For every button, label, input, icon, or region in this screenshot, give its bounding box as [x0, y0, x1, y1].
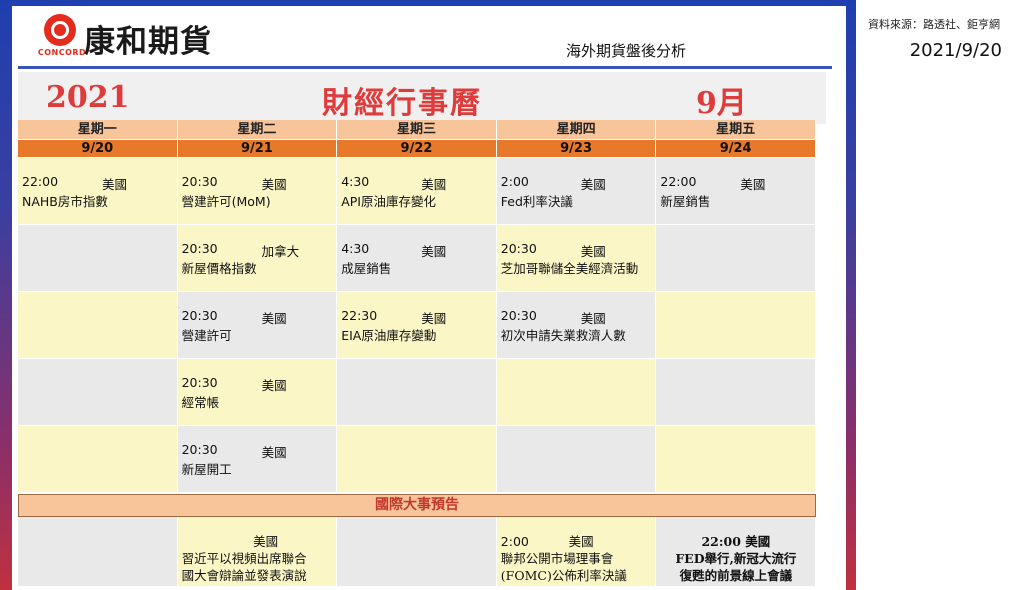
intl-event-text: 美國習近平以視頻出席聯合 國大會辯論並發表演說 [182, 533, 336, 584]
event-name: 經常帳 [181, 395, 220, 410]
event-time: 4:30 [341, 241, 370, 256]
intl-event-text: 2:00 美國聯邦公開市場理事會 (FOMC)公佈利率決議 [501, 533, 655, 584]
event-cell [656, 292, 816, 359]
event-cell: 4:30 美國 API原油庫存變化 [337, 158, 497, 225]
weekday-header-row: 星期一 星期二 星期三 星期四 星期五 [18, 120, 816, 140]
event-time: 22:30 [341, 308, 378, 323]
event-time: 22:00 [660, 174, 697, 189]
event-cell [18, 426, 178, 493]
international-events-row: 美國習近平以視頻出席聯合 國大會辯論並發表演說 2:00 美國聯邦公開市場理事會 (… [18, 517, 816, 587]
event-cell [337, 426, 497, 493]
event-cell: 20:30 美國 初次申請失業救濟人數 [496, 292, 657, 359]
event-name: API原油庫存變化 [341, 194, 436, 209]
intl-event-cell [337, 517, 497, 587]
event-name: 初次申請失業救濟人數 [500, 328, 626, 343]
event-row: 20:30 美國 經常帳 [18, 359, 816, 426]
event-name: EIA原油庫存變動 [341, 328, 437, 343]
weekday-header: 星期二 [177, 120, 338, 140]
intl-line: 2:00 美國 [500, 534, 594, 549]
date-header: 9/24 [656, 140, 816, 158]
globe-icon [51, 21, 69, 39]
event-time: 20:30 [181, 442, 218, 457]
event-row: 20:30 美國 營建許可 22:30 美國 EIA原油庫存變動 20:30 美國 初次申請… [18, 292, 816, 359]
weekday-header: 星期四 [496, 120, 657, 140]
event-cell: 20:30 美國 新屋開工 [177, 426, 338, 493]
event-time: 22:00 [22, 174, 59, 189]
event-cell [656, 359, 816, 426]
intl-line: (FOMC)公佈利率決議 [500, 568, 627, 583]
event-cell [656, 225, 816, 292]
event-time: 20:30 [181, 241, 218, 256]
event-cell [18, 225, 178, 292]
event-name: 營建許可 [181, 328, 232, 343]
date-header-row: 9/20 9/21 9/22 9/23 9/24 [18, 140, 816, 158]
event-name: 新屋銷售 [660, 194, 711, 209]
event-cell: 20:30 美國 芝加哥聯儲全美經濟活動 [496, 225, 657, 292]
event-time: 4:30 [341, 174, 370, 189]
intl-line: 習近平以視頻出席聯合 [181, 551, 307, 566]
event-row: 20:30 美國 新屋開工 [18, 426, 816, 493]
calendar-table: 星期一 星期二 星期三 星期四 星期五 9/20 9/21 9/22 9/23 … [18, 120, 816, 587]
concord-logo: CONCORD [32, 14, 87, 62]
event-cell [656, 426, 816, 493]
event-cell: 4:30 美國 成屋銷售 [337, 225, 497, 292]
event-cell [337, 359, 497, 426]
intl-event-cell: 22:00 美國 FED舉行,新冠大流行 復甦的前景線上會議 [656, 517, 816, 587]
event-row: 20:30 加拿大 新屋價格指數 4:30 美國 成屋銷售 20:30 美國 芝加哥聯儲全美… [18, 225, 816, 292]
event-cell [18, 292, 178, 359]
date-header: 9/21 [177, 140, 338, 158]
intl-line: FED舉行,新冠大流行 [675, 551, 797, 566]
event-time: 20:30 [181, 174, 218, 189]
intl-line: 美國 [181, 534, 279, 549]
calendar-title: 財經行事曆 [322, 86, 482, 121]
event-cell: 20:30 美國 營建許可(MoM) [177, 158, 338, 225]
intl-event-text: 22:00 美國 FED舉行,新冠大流行 復甦的前景線上會議 [656, 533, 815, 584]
intl-line: 國大會辯論並發表演說 [181, 568, 307, 583]
international-events-header: 國際大事預告 [18, 494, 816, 517]
event-cell: 22:00 美國 新屋銷售 [656, 158, 816, 225]
event-cell: 2:00 美國 Fed利率決議 [496, 158, 657, 225]
event-row: 22:00 美國 NAHB房市指數 20:30 美國 營建許可(MoM) 4:30 美國 A… [18, 158, 816, 225]
event-cell: 22:30 美國 EIA原油庫存變動 [337, 292, 497, 359]
intl-event-cell [18, 517, 178, 587]
header-divider [18, 66, 832, 69]
intl-line: 聯邦公開市場理事會 [500, 551, 614, 566]
date-header: 9/20 [18, 140, 178, 158]
event-time: 20:30 [500, 241, 537, 256]
event-name: 成屋銷售 [341, 261, 392, 276]
event-cell: 20:30 美國 營建許可 [177, 292, 338, 359]
event-name: NAHB房市指數 [22, 194, 108, 209]
event-cell: 20:30 加拿大 新屋價格指數 [177, 225, 338, 292]
event-time: 20:30 [500, 308, 537, 323]
event-cell [18, 359, 178, 426]
event-cell [496, 426, 657, 493]
date-header: 9/22 [337, 140, 497, 158]
intl-event-cell: 美國習近平以視頻出席聯合 國大會辯論並發表演說 [177, 517, 338, 587]
weekday-header: 星期三 [337, 120, 497, 140]
intl-line: 22:00 美國 [701, 534, 771, 549]
event-name: 新屋價格指數 [181, 261, 257, 276]
event-time: 2:00 [500, 174, 529, 189]
event-name: 營建許可(MoM) [181, 194, 271, 209]
event-cell: 22:00 美國 NAHB房市指數 [18, 158, 178, 225]
intl-line: 復甦的前景線上會議 [679, 568, 793, 583]
intl-event-cell: 2:00 美國聯邦公開市場理事會 (FOMC)公佈利率決議 [496, 517, 657, 587]
date-header: 9/23 [496, 140, 657, 158]
event-name: 芝加哥聯儲全美經濟活動 [500, 261, 639, 276]
event-cell [496, 359, 657, 426]
report-subtitle: 海外期貨盤後分析 [566, 42, 687, 60]
brand-name: 康和期貨 [84, 24, 212, 60]
calendar-year: 2021 [46, 80, 130, 115]
event-name: 新屋開工 [181, 462, 232, 477]
event-time: 20:30 [181, 375, 218, 390]
event-cell: 20:30 美國 經常帳 [177, 359, 338, 426]
event-time: 20:30 [181, 308, 218, 323]
logo-caption: CONCORD [37, 48, 87, 57]
source-note: 資料來源：路透社、鉅亨網 [868, 18, 1000, 31]
report-date: 2021/9/20 [909, 40, 1002, 61]
weekday-header: 星期五 [656, 120, 816, 140]
weekday-header: 星期一 [18, 120, 178, 140]
event-name: Fed利率決議 [500, 194, 573, 209]
calendar-month: 9月 [696, 86, 747, 121]
